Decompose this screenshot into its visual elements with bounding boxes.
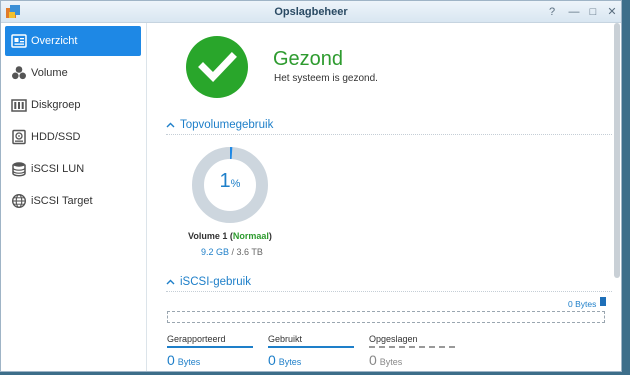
stat-underline (167, 346, 253, 348)
sidebar-item-iscsi-lun[interactable]: iSCSI LUN (5, 154, 141, 184)
volume-icon (12, 66, 26, 80)
sidebar-item-label: Diskgroep (31, 99, 81, 111)
sidebar-item-diskgroep[interactable]: Diskgroep (5, 90, 141, 120)
stat-stored: Opgeslagen 0 Bytes (369, 334, 455, 368)
sidebar-item-label: HDD/SSD (31, 131, 81, 143)
chevron-up-icon (166, 276, 176, 288)
iscsi-usage-bar (167, 311, 605, 323)
sidebar-item-label: iSCSI Target (31, 195, 93, 207)
stat-label: Opgeslagen (369, 334, 418, 344)
sidebar-item-iscsi-target[interactable]: iSCSI Target (5, 186, 141, 216)
sidebar-item-overzicht[interactable]: Overzicht (5, 26, 141, 56)
iscsi-capacity-marker (600, 297, 606, 306)
maximize-icon[interactable]: □ (586, 5, 600, 19)
stat-unit: Bytes (177, 357, 201, 367)
globe-icon (11, 193, 27, 209)
stat-underline (268, 346, 354, 348)
iscsi-total-bytes: 0 Bytes (568, 299, 597, 309)
stat-value: 0 (167, 352, 175, 368)
iscsi-usage-section-header[interactable]: iSCSI-gebruik (166, 276, 251, 288)
sidebar-item-label: Volume (31, 67, 68, 79)
sidebar-item-label: Overzicht (31, 35, 78, 47)
window-title: Opslagbeheer (274, 6, 348, 18)
health-status-title: Gezond (273, 48, 344, 70)
volume-usage-heading: Topvolumegebruik (180, 119, 274, 131)
stat-value: 0 (369, 352, 377, 368)
checkmark-icon (198, 52, 237, 83)
volume-size-label: 9.2 GB / 3.6 TB (201, 247, 263, 257)
stat-label: Gebruikt (268, 334, 303, 344)
usage-percent-number: 1 (219, 170, 231, 192)
stat-reported: Gerapporteerd 0 Bytes (167, 334, 253, 368)
sidebar-item-hdd-ssd[interactable]: HDD/SSD (5, 122, 141, 152)
diskgroup-icon (11, 99, 27, 112)
hdd-icon (12, 129, 26, 145)
sidebar-item-label: iSCSI LUN (31, 163, 85, 175)
main-scrollbar[interactable] (614, 23, 620, 278)
iscsi-usage-heading: iSCSI-gebruik (180, 276, 251, 288)
volume-usage-section-header[interactable]: Topvolumegebruik (166, 119, 273, 131)
volume-used: 9.2 GB (201, 247, 230, 257)
section-divider (166, 291, 612, 292)
volume-size-separator: / (229, 247, 237, 257)
minimize-icon[interactable]: — (567, 5, 581, 19)
usage-percent-unit: % (230, 178, 241, 190)
health-status-icon (186, 36, 248, 98)
chevron-up-icon (166, 119, 176, 131)
stat-used: Gebruikt 0 Bytes (268, 334, 354, 368)
volume-total: 3.6 TB (236, 247, 263, 257)
stat-label: Gerapporteerd (167, 334, 226, 344)
sidebar: Overzicht Volume Diskgroep HDD/SSD iSCSI… (1, 23, 147, 371)
volume-usage-percent: 1% (205, 170, 255, 193)
stat-value: 0 (268, 352, 276, 368)
volume-status: Normaal (232, 231, 269, 241)
stat-unit: Bytes (278, 357, 302, 367)
title-bar: Opslagbeheer ? — □ ✕ (1, 1, 621, 23)
stat-underline (369, 346, 455, 348)
sidebar-item-volume[interactable]: Volume (5, 58, 141, 88)
stat-unit: Bytes (379, 357, 403, 367)
lun-icon (12, 162, 26, 177)
section-divider (166, 134, 612, 135)
volume-name: Volume 1 (188, 231, 228, 241)
close-icon[interactable]: ✕ (605, 5, 619, 19)
health-status-subtitle: Het systeem is gezond. (274, 73, 378, 84)
overview-icon (11, 34, 27, 48)
help-icon[interactable]: ? (545, 5, 559, 19)
volume-name-label: Volume 1 (Normaal) (188, 231, 272, 241)
